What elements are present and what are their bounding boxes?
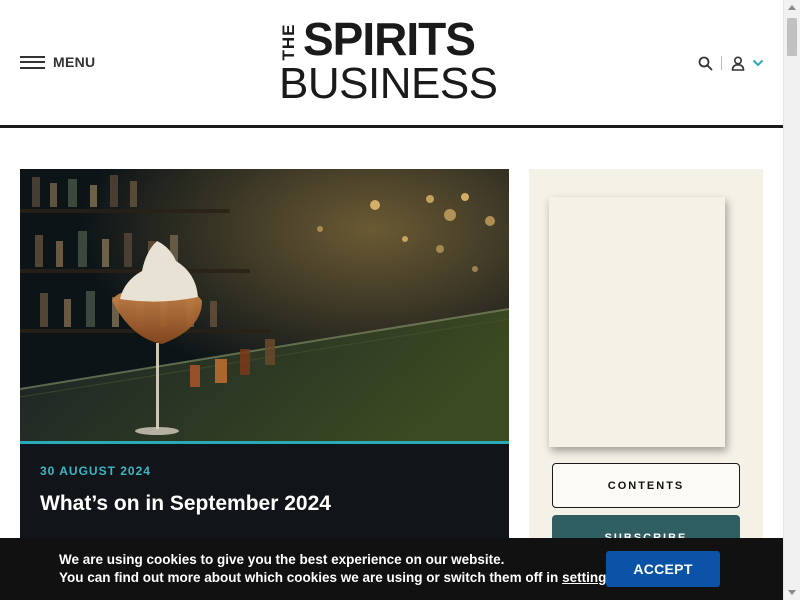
page-scrollbar[interactable] — [783, 0, 800, 600]
featured-article[interactable]: 30 AUGUST 2024 What’s on in September 20… — [20, 169, 509, 600]
site-logo[interactable]: THE SPIRITS BUSINESS — [279, 14, 505, 108]
magazine-cover-ad[interactable] — [549, 197, 725, 447]
divider — [721, 56, 722, 70]
site-header: MENU THE SPIRITS BUSINESS — [0, 0, 783, 128]
article-title[interactable]: What’s on in September 2024 — [40, 492, 331, 516]
cookie-line-1: We are using cookies to give you the bes… — [59, 552, 505, 567]
sidebar: CONTENTS SUBSCRIBE — [529, 169, 763, 600]
logo-business: BUSINESS — [279, 59, 498, 108]
cookie-line-2: You can find out more about which cookie… — [59, 570, 618, 585]
featured-image[interactable] — [20, 169, 509, 444]
contents-button[interactable]: CONTENTS — [552, 463, 740, 508]
scroll-up-icon[interactable] — [788, 5, 796, 10]
cookie-message: We are using cookies to give you the bes… — [59, 551, 618, 587]
chevron-down-icon[interactable] — [749, 54, 767, 72]
search-icon[interactable] — [696, 54, 714, 72]
scroll-down-icon[interactable] — [788, 590, 796, 595]
user-icon[interactable] — [729, 54, 747, 72]
logo-spirits: SPIRITS — [303, 13, 476, 65]
header-tools — [696, 53, 767, 73]
scroll-thumb[interactable] — [787, 18, 797, 56]
menu-label: MENU — [53, 54, 96, 70]
logo-the: THE — [279, 23, 298, 61]
accept-cookies-button[interactable]: ACCEPT — [606, 551, 720, 587]
cookie-banner: We are using cookies to give you the bes… — [0, 538, 783, 600]
article-date: 30 AUGUST 2024 — [40, 464, 151, 478]
hamburger-icon — [20, 55, 45, 69]
menu-button[interactable]: MENU — [20, 53, 95, 71]
